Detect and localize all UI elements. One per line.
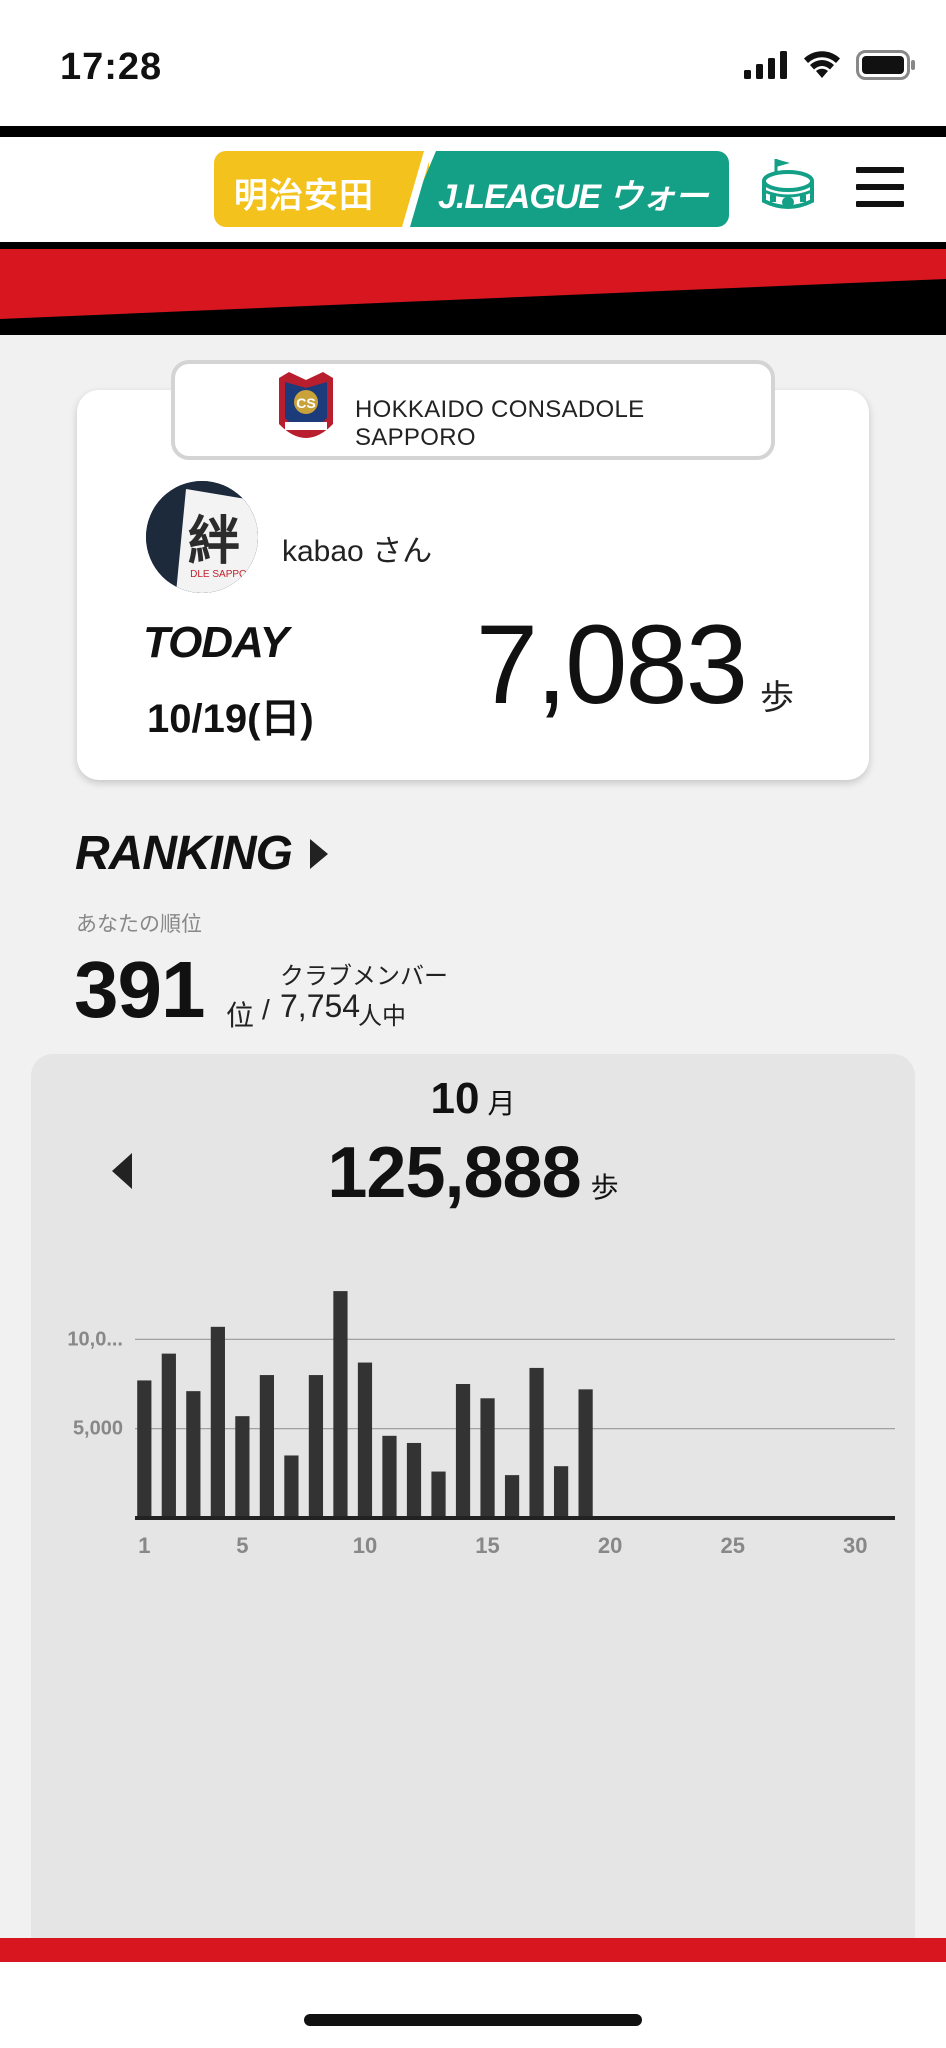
bar-day-12 (406, 1442, 422, 1518)
wifi-icon (804, 51, 840, 78)
ranking-link[interactable]: RANKING (75, 826, 328, 881)
app-logo[interactable]: 明治安田 J.LEAGUE ウォーキング (214, 151, 729, 227)
ranking-title: RANKING (75, 827, 293, 880)
status-bar: 17:28 (0, 0, 946, 126)
month-total-steps: 125,888 (327, 1133, 581, 1213)
rank-caption: あなたの順位 (76, 913, 202, 936)
bar-day-8 (308, 1375, 324, 1518)
rank-unit: 位 (226, 1000, 255, 1031)
bar-day-13 (431, 1471, 446, 1518)
bar-day-9 (333, 1291, 348, 1518)
bar-day-11 (382, 1435, 397, 1518)
month-total: 125,888 歩 (0, 1132, 946, 1214)
club-name: HOKKAIDO CONSADOLE SAPPORO (355, 396, 645, 451)
x-tick-label: 10 (353, 1533, 377, 1558)
today-label: TODAY (143, 618, 289, 667)
month-total-unit: 歩 (590, 1172, 619, 1203)
bar-day-19 (578, 1389, 593, 1518)
bar-day-10 (357, 1362, 373, 1518)
member-unit: 人中 (358, 1003, 406, 1030)
app-header: 明治安田 J.LEAGUE ウォーキング (0, 137, 946, 242)
status-icons (744, 50, 916, 80)
x-tick-label: 25 (720, 1533, 744, 1558)
home-indicator[interactable] (304, 2014, 642, 2026)
home-area (0, 1962, 946, 2048)
bar-day-2 (161, 1353, 176, 1518)
today-step-count: 7,083 (475, 602, 748, 727)
month-label: 10 月 (0, 1074, 946, 1124)
chevron-right-icon (310, 838, 328, 869)
member-caption: クラブメンバー (280, 963, 448, 990)
club-emblem-icon: CS (279, 372, 333, 438)
club-tab: CS HOKKAIDO CONSADOLE SAPPORO (171, 360, 775, 460)
club-color-stripe (0, 249, 946, 335)
svg-text:絆: 絆 (188, 511, 240, 572)
x-tick-label: 30 (843, 1533, 867, 1558)
month-number: 10 (430, 1074, 480, 1123)
rank-number: 391 (74, 945, 205, 1034)
y-tick-label: 10,0... (67, 1328, 123, 1350)
member-count: 7,754 (280, 988, 361, 1024)
bar-day-14 (455, 1384, 471, 1518)
bar-day-6 (259, 1375, 275, 1518)
x-tick-label: 20 (598, 1533, 622, 1558)
daily-steps-chart: 5,00010,0...1 5 10 15 20 25 30 (67, 1291, 895, 1558)
bar-day-3 (186, 1391, 201, 1518)
bar-day-15 (480, 1398, 495, 1518)
rank-separator: / (262, 994, 270, 1025)
cellular-signal-icon (744, 51, 787, 79)
bar-day-17 (529, 1367, 544, 1518)
today-date: 10/19(日) (147, 697, 314, 741)
month-unit: 月 (487, 1088, 516, 1119)
bar-day-1 (137, 1380, 152, 1518)
logo-sponsor-text: 明治安田 (234, 177, 374, 215)
footer-red-bar (0, 1938, 946, 1962)
battery-icon (856, 50, 915, 80)
bar-day-4 (210, 1326, 225, 1518)
hamburger-menu-icon[interactable] (856, 167, 906, 207)
x-tick-label: 15 (475, 1533, 499, 1558)
bar-day-5 (235, 1416, 250, 1518)
avatar-image: 絆 DLE SAPPORO (146, 481, 258, 593)
svg-text:CS: CS (296, 395, 315, 411)
today-steps-unit: 歩 (760, 679, 794, 717)
logo-league-text: J.LEAGUE ウォーキング (438, 178, 708, 216)
bar-day-7 (284, 1455, 299, 1518)
user-avatar[interactable]: 絆 DLE SAPPORO (146, 481, 258, 593)
header-top-border (0, 126, 946, 137)
username: kabao さん (282, 535, 433, 568)
status-time: 17:28 (60, 46, 163, 88)
x-tick-label: 1 (138, 1533, 150, 1558)
bar-day-18 (553, 1466, 569, 1518)
bar-day-16 (504, 1475, 520, 1518)
x-tick-label: 5 (236, 1533, 248, 1558)
y-tick-label: 5,000 (73, 1418, 123, 1440)
stadium-icon[interactable] (760, 157, 816, 215)
header-bottom-border (0, 242, 946, 249)
